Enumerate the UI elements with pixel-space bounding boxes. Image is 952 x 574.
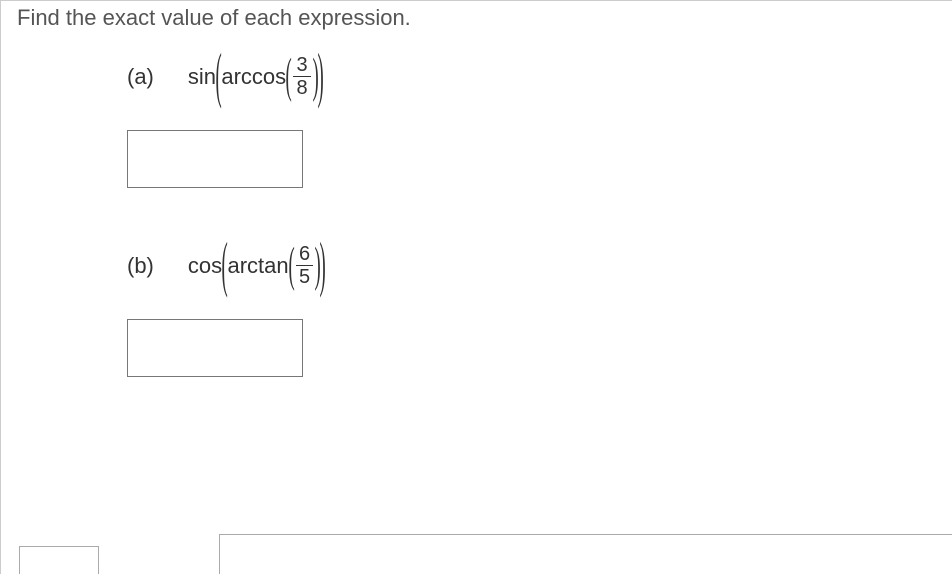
open-paren-inner-a: ( [286, 51, 292, 99]
instruction-text: Find the exact value of each expression. [17, 5, 942, 31]
open-paren-inner-b: ( [288, 240, 294, 288]
footer-small-box[interactable] [19, 546, 99, 574]
footer-controls [1, 534, 952, 574]
expression-b: cos ( arctan ( 6 5 ) ) [188, 244, 326, 287]
problem-a: (a) sin ( arccos ( 3 8 ) ) [127, 55, 942, 98]
inner-func-a: arccos [221, 64, 286, 90]
fraction-b: 6 5 [296, 244, 313, 287]
answer-input-a[interactable] [127, 130, 303, 188]
answer-input-b[interactable] [127, 319, 303, 377]
numerator-b: 6 [296, 244, 313, 266]
close-paren-outer-b: ) [320, 234, 326, 296]
fraction-a: 3 8 [293, 55, 310, 98]
problem-b: (b) cos ( arctan ( 6 5 ) ) [127, 244, 942, 287]
open-paren-outer-a: ( [216, 45, 222, 107]
numerator-a: 3 [293, 55, 310, 77]
expression-a: sin ( arccos ( 3 8 ) ) [188, 55, 323, 98]
part-a-label: (a) [127, 64, 154, 90]
outer-func-a: sin [188, 64, 216, 90]
outer-func-b: cos [188, 253, 222, 279]
denominator-a: 8 [293, 77, 310, 98]
close-paren-outer-a: ) [317, 45, 323, 107]
part-b-label: (b) [127, 253, 154, 279]
inner-func-b: arctan [227, 253, 288, 279]
denominator-b: 5 [296, 266, 313, 287]
footer-large-box[interactable] [219, 534, 952, 574]
open-paren-outer-b: ( [222, 234, 228, 296]
